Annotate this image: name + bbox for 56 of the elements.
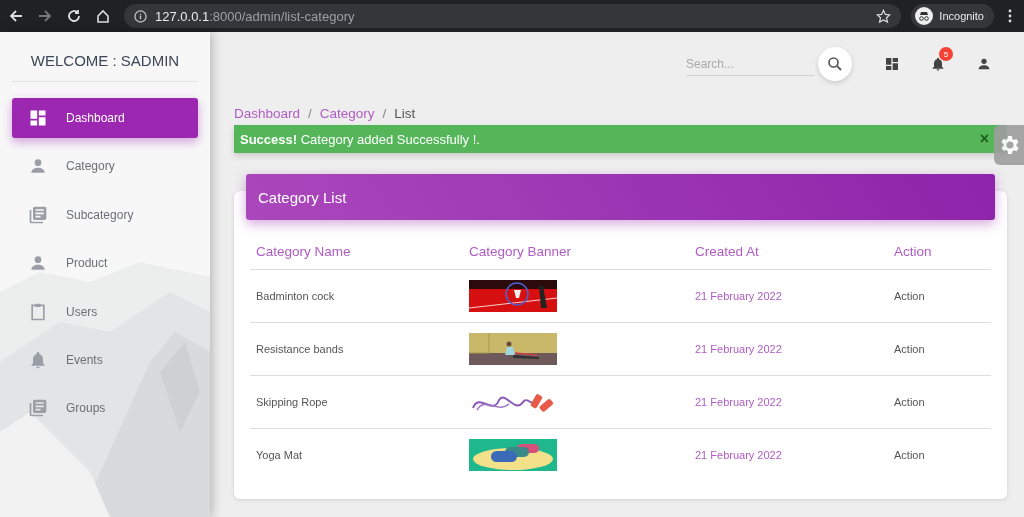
column-header: Action [888, 234, 991, 270]
menu-icon[interactable] [1008, 9, 1012, 23]
search-icon [826, 55, 844, 73]
bell-icon [28, 349, 48, 370]
column-header: Category Banner [463, 234, 689, 270]
search-button[interactable] [818, 47, 852, 81]
home-icon[interactable] [95, 8, 111, 24]
sidebar-item[interactable]: Subcategory [12, 194, 198, 235]
column-header: Created At [689, 234, 888, 270]
table-cell: Action [888, 375, 991, 429]
notification-badge: 5 [939, 47, 953, 61]
breadcrumb-separator: / [382, 105, 387, 121]
card-title: Category List [258, 188, 347, 206]
incognito-icon [915, 7, 934, 25]
welcome-text: WELCOME : SADMIN [29, 51, 181, 71]
table-cell: Badminton cock [250, 269, 463, 323]
forward-icon[interactable] [37, 8, 53, 24]
table-cell: Action [888, 428, 991, 481]
table-cell: 21 February 2022 [689, 322, 888, 376]
clipboard-icon [28, 301, 48, 322]
table-cell: 21 February 2022 [689, 375, 888, 429]
alert-message: Success! Category added Successfully !. [240, 131, 480, 147]
breadcrumb-current: List [394, 105, 416, 121]
dashboard-icon[interactable] [884, 56, 900, 72]
list-icon [28, 204, 48, 225]
profile-chip[interactable]: Incognito [911, 4, 994, 28]
sidebar-item[interactable]: Users [12, 291, 198, 332]
sidebar-item[interactable]: Groups [12, 388, 198, 429]
info-icon [134, 9, 147, 23]
star-icon[interactable] [876, 8, 892, 24]
table-cell: Action [888, 269, 991, 323]
column-header: Category Name [250, 234, 463, 270]
table-cell: 21 February 2022 [689, 269, 888, 323]
breadcrumb-separator: / [308, 105, 312, 121]
breadcrumb-link[interactable]: Dashboard [234, 105, 301, 121]
notifications-icon[interactable] [930, 56, 946, 72]
settings-button[interactable] [994, 125, 1024, 165]
search-field[interactable]: Search... [686, 52, 814, 76]
sidebar-item[interactable]: Product [12, 243, 198, 284]
url-text: 127.0.0.1:8000/admin/list-category [155, 8, 356, 24]
sidebar-item[interactable]: Events [12, 339, 198, 380]
back-icon[interactable] [8, 8, 24, 24]
breadcrumb-link[interactable]: Category [319, 105, 375, 121]
close-button[interactable]: × [979, 130, 989, 148]
table-cell: 21 February 2022 [689, 428, 888, 481]
table-cell: Yoga Mat [250, 428, 463, 481]
sidebar-item[interactable]: Category [12, 146, 198, 187]
dashboard-icon [28, 108, 48, 128]
sidebar-item[interactable]: Dashboard [12, 98, 198, 138]
table-cell: Resistance bands [250, 322, 463, 376]
list-icon [28, 398, 48, 419]
reload-icon[interactable] [66, 8, 82, 24]
user-icon[interactable] [976, 56, 992, 72]
table-cell: Action [888, 322, 991, 376]
address-bar[interactable]: 127.0.0.1:8000/admin/list-category [124, 4, 902, 28]
table-cell: Skipping Rope [250, 375, 463, 429]
